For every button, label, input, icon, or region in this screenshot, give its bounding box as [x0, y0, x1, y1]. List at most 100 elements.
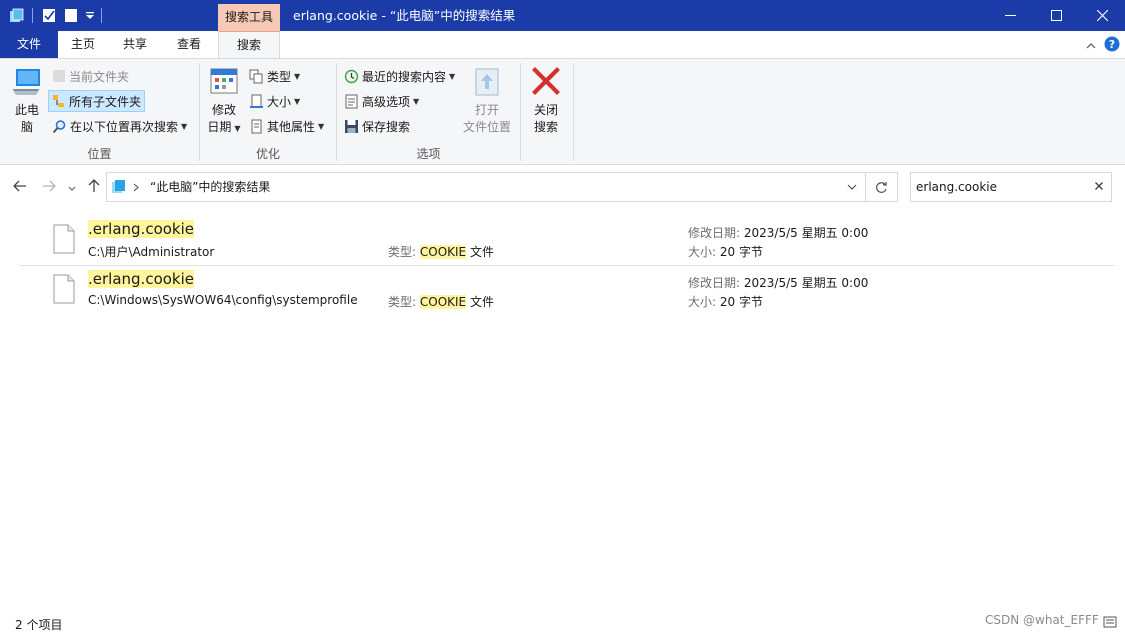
file-path: C:\用户\Administrator: [88, 245, 215, 259]
close-window-button[interactable]: [1079, 0, 1125, 31]
file-name[interactable]: .erlang.cookie: [88, 270, 195, 288]
close-search-icon: [532, 67, 560, 95]
search-results-list: .erlang.cookie C:\用户\Administrator 类型: C…: [0, 208, 1125, 608]
search-box: [910, 172, 1112, 202]
recent-searches-label: 最近的搜索内容: [362, 69, 447, 84]
properties-icon[interactable]: [42, 8, 57, 26]
this-pc-icon: [12, 69, 40, 95]
refine-group-label: 优化: [255, 147, 280, 161]
file-name[interactable]: .erlang.cookie: [88, 220, 195, 238]
close-search-label-2: 搜索: [533, 120, 558, 134]
help-icon[interactable]: ?: [1104, 36, 1120, 55]
tab-search[interactable]: 搜索: [218, 31, 280, 59]
date-modified-label-2: 日期 ▼: [207, 120, 241, 134]
kind-button[interactable]: 类型 ▼: [249, 65, 300, 87]
window-title: erlang.cookie - “此电脑”中的搜索结果: [293, 8, 516, 23]
chevron-down-icon: ▼: [181, 121, 188, 131]
open-location-label-2: 文件位置: [462, 120, 511, 134]
chevron-down-icon: ▼: [318, 121, 325, 131]
file-date-modified: 修改日期: 2023/5/5 星期五 0:00: [688, 226, 869, 240]
file-type: 类型: COOKIE 文件: [388, 245, 494, 259]
close-search-button[interactable]: 关闭 搜索: [528, 67, 564, 136]
size-button[interactable]: 大小 ▼: [249, 90, 300, 112]
minimize-button[interactable]: [987, 0, 1033, 31]
open-file-location-button[interactable]: 打开 文件位置: [461, 67, 513, 136]
kind-icon: [249, 69, 263, 83]
size-icon: [250, 94, 263, 108]
all-subfolders-label: 所有子文件夹: [69, 94, 142, 109]
open-file-location-icon: [475, 68, 499, 96]
file-icon: [53, 224, 75, 254]
navigation-row: “此电脑”中的搜索结果: [0, 166, 1125, 208]
breadcrumb-chevron-icon: [133, 183, 139, 192]
this-pc-label-1: 此电: [14, 103, 39, 117]
search-again-in-button[interactable]: 在以下位置再次搜索 ▼: [52, 115, 187, 137]
list-item[interactable]: .erlang.cookie C:\用户\Administrator 类型: C…: [20, 216, 1115, 264]
ribbon-tab-row: 文件 主页 共享 查看 搜索 ?: [0, 31, 1125, 59]
arrow-right-icon: [43, 180, 56, 192]
title-bar: 搜索工具 erlang.cookie - “此电脑”中的搜索结果: [0, 0, 1125, 31]
date-modified-label-1: 修改: [211, 103, 236, 117]
this-pc-button[interactable]: 此电 脑: [10, 65, 44, 136]
explorer-app-icon[interactable]: [9, 8, 25, 27]
calendar-icon: [210, 68, 238, 94]
quick-access-separator: [32, 8, 33, 23]
clear-search-button[interactable]: [1093, 180, 1105, 195]
maximize-icon: [1050, 10, 1062, 21]
group-separator: [520, 63, 521, 161]
search-again-label: 在以下位置再次搜索: [70, 119, 179, 134]
file-path: C:\Windows\SysWOW64\config\systemprofile: [88, 293, 358, 307]
search-tools-context-header: 搜索工具: [218, 4, 280, 31]
save-search-label: 保存搜索: [362, 119, 411, 134]
customize-quick-access-icon[interactable]: [85, 10, 95, 24]
advanced-options-button[interactable]: 高级选项 ▼: [344, 90, 419, 112]
location-group-label: 位置: [87, 147, 112, 161]
recent-searches-button[interactable]: 最近的搜索内容 ▼: [344, 65, 455, 87]
current-folder-label: 当前文件夹: [69, 69, 130, 84]
refresh-button[interactable]: [866, 172, 898, 202]
ribbon-search-panel: 此电 脑 当前文件夹 所有子文件夹 在以下位置再次搜索 ▼ 位置 修改 日期▼: [0, 58, 1125, 165]
file-date-modified: 修改日期: 2023/5/5 星期五 0:00: [688, 276, 869, 290]
close-icon: [1096, 10, 1108, 21]
svg-text:?: ?: [1109, 38, 1115, 51]
recent-locations-button[interactable]: [68, 182, 76, 196]
chevron-down-icon: ▼: [294, 96, 301, 106]
tab-share[interactable]: 共享: [110, 31, 160, 58]
item-count: 2 个项目: [15, 618, 63, 632]
date-modified-button[interactable]: 修改 日期 ▼: [206, 67, 242, 137]
other-properties-button[interactable]: 其他属性 ▼: [249, 115, 324, 137]
recent-searches-icon: [344, 69, 359, 83]
advanced-options-icon: [345, 94, 358, 108]
search-input[interactable]: [916, 173, 1086, 201]
tab-file[interactable]: 文件: [0, 31, 58, 58]
chevron-down-icon: ▼: [449, 71, 456, 81]
refresh-icon: [876, 181, 887, 193]
save-search-button[interactable]: 保存搜索: [344, 115, 410, 137]
quick-access-separator-2: [101, 8, 102, 23]
chevron-down-icon: ▼: [413, 96, 420, 106]
address-bar[interactable]: “此电脑”中的搜索结果: [106, 172, 866, 202]
current-folder-button[interactable]: 当前文件夹: [52, 65, 129, 87]
file-size: 大小: 20 字节: [688, 245, 763, 259]
list-item[interactable]: .erlang.cookie C:\Windows\SysWOW64\confi…: [20, 266, 1115, 314]
all-subfolders-button[interactable]: 所有子文件夹: [48, 90, 146, 112]
close-icon: [1095, 182, 1103, 190]
chevron-down-icon: [68, 186, 76, 191]
tab-view[interactable]: 查看: [163, 31, 215, 58]
file-icon: [53, 274, 75, 304]
details-view-button[interactable]: [1103, 615, 1117, 632]
tab-home[interactable]: 主页: [58, 31, 108, 58]
address-history-chevron-icon[interactable]: [847, 183, 857, 191]
maximize-button[interactable]: [1033, 0, 1079, 31]
details-view-icon: [1103, 616, 1117, 628]
collapse-ribbon-icon[interactable]: [1086, 39, 1096, 53]
minimize-icon: [1004, 15, 1016, 16]
forward-button[interactable]: [41, 178, 57, 197]
back-button[interactable]: [12, 178, 28, 197]
current-folder-icon: [53, 70, 65, 82]
advanced-options-label: 高级选项: [362, 94, 411, 109]
up-button[interactable]: [86, 178, 102, 197]
other-properties-label: 其他属性: [267, 119, 316, 134]
new-folder-icon[interactable]: [64, 8, 79, 26]
search-results-location-icon: [112, 180, 125, 193]
